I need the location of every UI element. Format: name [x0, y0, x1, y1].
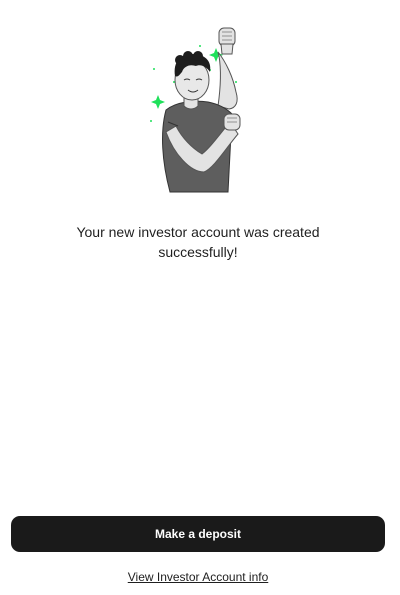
celebrating-person-illustration: [140, 22, 260, 194]
success-message: Your new investor account was created su…: [76, 224, 320, 260]
view-investor-account-link[interactable]: View Investor Account info: [0, 570, 396, 584]
make-deposit-button[interactable]: Make a deposit: [11, 516, 385, 552]
success-screen: Your new investor account was created su…: [0, 0, 400, 595]
